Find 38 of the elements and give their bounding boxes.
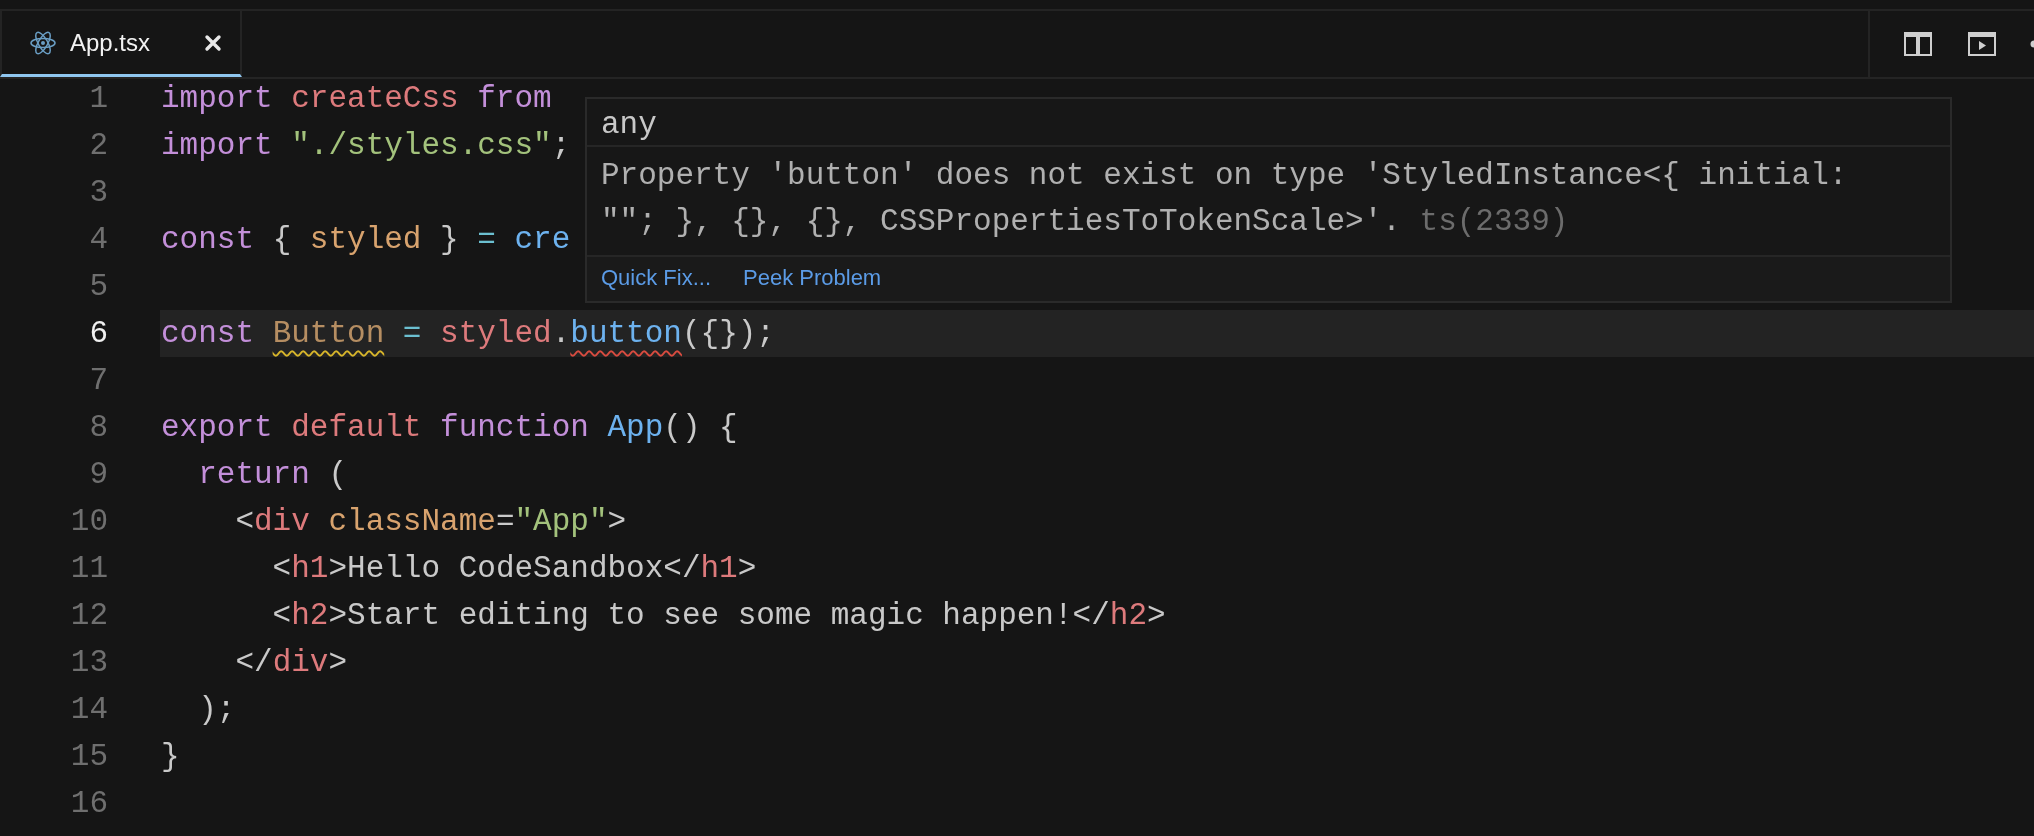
line-number: 13	[69, 645, 108, 680]
code-line: const { styled } = cre	[161, 222, 571, 257]
line-number: 4	[88, 222, 108, 257]
line-number: 8	[88, 410, 108, 445]
code-line: </div>	[234, 645, 348, 680]
line-number: 7	[88, 363, 108, 398]
line-number: 15	[69, 739, 108, 774]
close-icon[interactable]	[204, 33, 222, 52]
code-line: }	[161, 739, 180, 774]
atom-icon	[30, 30, 56, 55]
action-link[interactable]: Peek Problem	[743, 265, 882, 291]
line-number: 14	[69, 692, 108, 727]
action-link[interactable]: Quick Fix...	[601, 265, 711, 291]
split-editor-icon[interactable]	[1904, 32, 1932, 56]
line-number: 9	[88, 457, 108, 492]
line-number: 11	[69, 551, 108, 586]
line-number: 2	[88, 128, 108, 163]
line-number: 12	[69, 598, 108, 633]
code-line: <h1>Hello CodeSandbox</h1>	[271, 551, 757, 586]
line-number: 16	[69, 786, 108, 821]
line-number: 1	[88, 81, 108, 116]
line-number: 6	[88, 316, 108, 351]
line-number: 3	[88, 175, 108, 210]
code-line: );	[197, 692, 236, 727]
line-number: 5	[88, 269, 108, 304]
editor-tab[interactable]: App.tsx	[0, 11, 242, 77]
tab-label: App.tsx	[70, 28, 152, 57]
code-line: const Button = styled.button({});	[161, 316, 775, 351]
code-line: <div className="App">	[234, 504, 627, 539]
line-number: 10	[69, 504, 108, 539]
preview-icon[interactable]	[1968, 32, 1996, 56]
code-line: <h2>Start editing to see some magic happen!</h2>	[271, 598, 1166, 633]
code-line: return (	[197, 457, 348, 492]
code-line: import createCss from	[161, 81, 552, 116]
error-message: Property 'button' does not exist on type 'StyledInstance<{ initial: ""; }, {}, {}, CSSPropertiesToTokenScale>'. ts(2339)	[601, 157, 1849, 241]
code-line: import "./styles.css";	[161, 128, 571, 163]
code-line: export default function App() {	[161, 410, 738, 445]
type-signature: any	[587, 99, 1950, 147]
